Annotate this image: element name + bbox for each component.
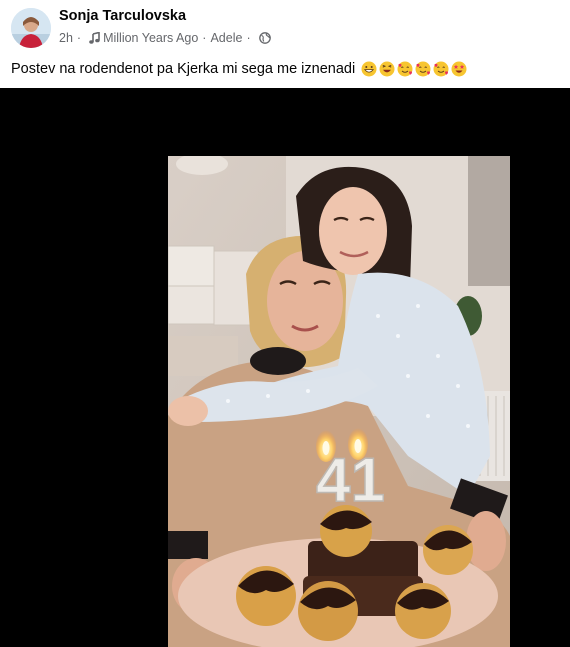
globe-icon[interactable]: [258, 32, 271, 44]
post-caption: Postev na rodendenot pa Kjerka mi sega m…: [11, 58, 467, 80]
music-note-icon: [89, 32, 100, 44]
author-name[interactable]: Sonja Tarculovska: [59, 8, 186, 24]
song-artist[interactable]: Adele: [210, 31, 242, 45]
facebook-post: Sonja Tarculovska 2h · Million Years Ago…: [0, 0, 570, 647]
avatar[interactable]: [11, 8, 51, 48]
emoji-group: [361, 61, 467, 77]
post-header: Sonja Tarculovska 2h · Million Years Ago…: [0, 0, 570, 52]
smiling-face-with-hearts-icon: [397, 61, 413, 77]
post-meta: 2h · Million Years Ago · Adele ·: [59, 29, 271, 47]
grinning-face-icon: [361, 61, 377, 77]
smiling-face-with-hearts-icon: [433, 61, 449, 77]
post-photo[interactable]: 41: [168, 156, 510, 647]
caption-text: Postev na rodendenot pa Kjerka mi sega m…: [11, 61, 356, 77]
meta-separator: ·: [76, 31, 82, 45]
meta-separator: ·: [246, 31, 251, 45]
meta-separator: ·: [202, 31, 207, 45]
post-time[interactable]: 2h: [59, 31, 73, 45]
smiling-face-with-hearts-icon: [415, 61, 431, 77]
laughing-face-icon: [379, 61, 395, 77]
song-title[interactable]: Million Years Ago: [103, 31, 198, 45]
post-media[interactable]: 41: [0, 88, 570, 647]
star-struck-face-icon: [451, 61, 467, 77]
